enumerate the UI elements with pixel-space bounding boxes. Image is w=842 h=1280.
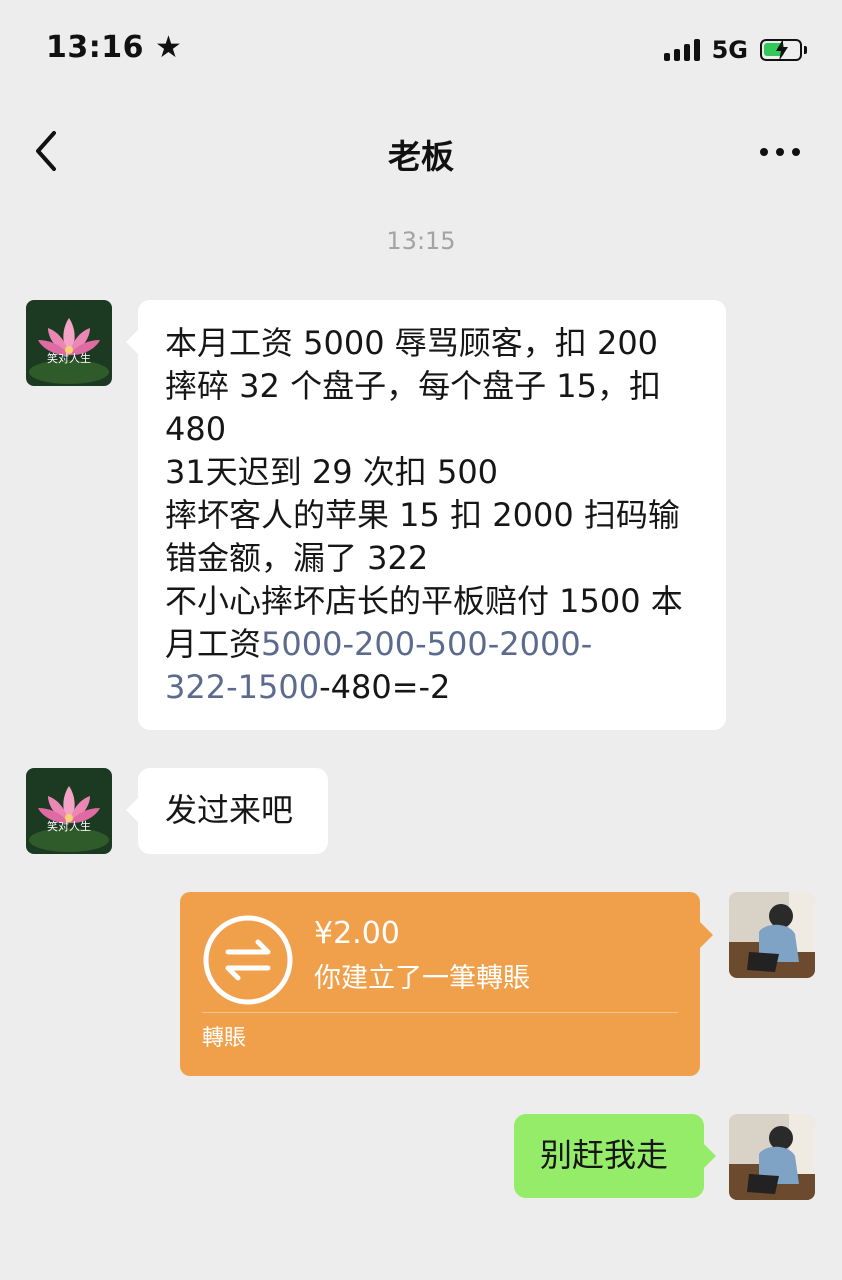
message-text: 发过来吧 [165, 791, 294, 829]
message-text-tail: -480=-2 [319, 668, 451, 706]
transfer-footer-label: 轉賬 [202, 1026, 247, 1051]
phone-number-link[interactable]: 322-1500 [165, 668, 319, 706]
charging-bolt-icon [776, 39, 788, 61]
transfer-amount: ¥2.00 [314, 916, 400, 951]
avatar-caption: 笑对人生 [47, 820, 91, 833]
message-bubble[interactable]: 别赶我走 [514, 1114, 716, 1198]
chat-header: 老板 [0, 105, 842, 195]
status-bar: 13:16 ★ 5G [0, 0, 842, 100]
user-photo-avatar[interactable] [729, 892, 815, 978]
phone-number-link[interactable]: 5000-200-500-2000- [261, 625, 592, 663]
avatar-caption: 笑对人生 [47, 352, 91, 365]
message-text-plain: 本月工资 5000 辱骂顾客，扣 200 摔碎 32 个盘子，每个盘子 15，扣… [165, 324, 683, 663]
message-timestamp: 13:15 [386, 227, 456, 255]
more-horizontal-icon[interactable] [760, 137, 804, 167]
transfer-description: 你建立了一筆轉賬 [314, 963, 530, 994]
message-text: 别赶我走 [540, 1136, 669, 1174]
signal-icon [663, 39, 700, 61]
message-bubble[interactable]: 本月工资 5000 辱骂顾客，扣 200 摔碎 32 个盘子，每个盘子 15，扣… [126, 300, 726, 730]
lotus-avatar[interactable]: 笑对人生 [26, 300, 112, 386]
status-time: 13:16 ★ [46, 30, 183, 65]
battery-icon [760, 39, 807, 61]
transfer-card[interactable]: ¥2.00 你建立了一筆轉賬 轉賬 [180, 892, 713, 1076]
network-type: 5G [711, 36, 748, 64]
exchange-arrows-icon [202, 914, 294, 1006]
message-bubble[interactable]: 发过来吧 [126, 768, 328, 854]
message-text: 本月工资 5000 辱骂顾客，扣 200 摔碎 32 个盘子，每个盘子 15，扣… [165, 322, 715, 709]
user-photo-avatar[interactable] [729, 1114, 815, 1200]
status-indicators: 5G [663, 36, 807, 64]
chat-title: 老板 [388, 137, 454, 176]
lotus-avatar[interactable]: 笑对人生 [26, 768, 112, 854]
divider [202, 1012, 678, 1013]
